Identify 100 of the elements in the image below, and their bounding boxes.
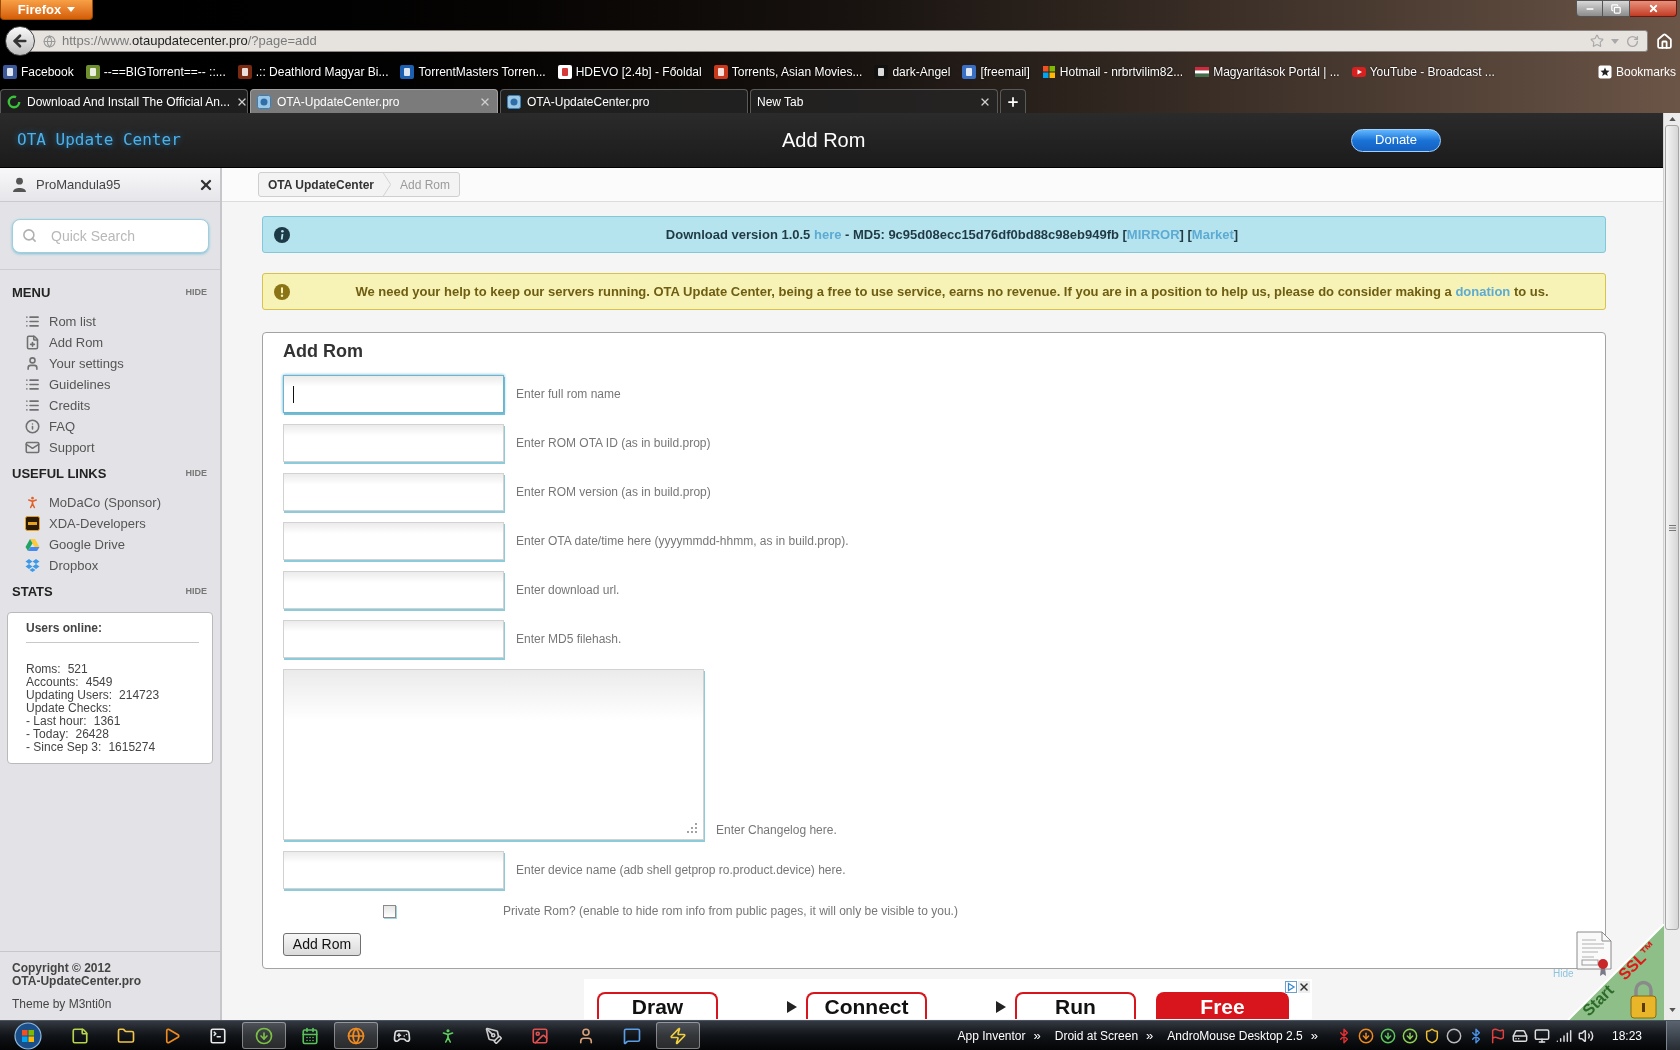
footer-text: OTA-UpdateCenter.pro	[12, 975, 143, 988]
bookmark-link[interactable]: Torrents, Asian Movies...	[713, 63, 863, 81]
toolbar-overflow-button[interactable]: »	[1033, 1028, 1041, 1043]
theme-credit: Theme by M3nti0n	[12, 997, 113, 1011]
grip-icon	[1668, 524, 1676, 531]
ad-choices-icon[interactable]	[1285, 981, 1297, 993]
zap-icon	[669, 1026, 687, 1045]
address-bar[interactable]: https://www.otaupdatecenter.pro/?page=add	[30, 30, 1648, 52]
circle-icon[interactable]	[1446, 1027, 1462, 1044]
download-circle-icon[interactable]	[1402, 1027, 1418, 1044]
close-icon[interactable]	[1298, 981, 1310, 993]
plus-icon	[1006, 94, 1020, 109]
bookmark-link[interactable]: dark-Angel	[874, 63, 951, 81]
show-desktop-button[interactable]	[1666, 1020, 1680, 1050]
sidebar-link[interactable]: XDA-Developers	[0, 513, 220, 534]
browser-tab[interactable]: OTA-UpdateCenter.pro	[500, 89, 748, 113]
toolbar-overflow-button[interactable]: »	[1146, 1028, 1154, 1043]
input-field[interactable]	[283, 473, 504, 511]
breadcrumb-link[interactable]: OTA UpdateCenter	[259, 175, 383, 194]
menu-item[interactable]: Rom list	[0, 311, 220, 332]
loading-ring-icon	[7, 94, 21, 109]
bookmark-link[interactable]: --==BIGTorrent==-- ::...	[85, 63, 226, 81]
favicon-icon	[3, 65, 17, 79]
stat-value: 1615274	[108, 741, 156, 754]
taskbar-app-button[interactable]	[242, 1022, 286, 1049]
search-field[interactable]: Quick Search	[12, 218, 209, 253]
input-field[interactable]	[283, 571, 504, 609]
flag-icon[interactable]	[1490, 1027, 1506, 1044]
hard-drive-icon[interactable]	[1512, 1027, 1528, 1044]
menu-item[interactable]: Add Rom	[0, 332, 220, 353]
restore-button[interactable]	[1603, 0, 1630, 17]
exclamation-icon	[274, 283, 290, 300]
input-field[interactable]	[283, 375, 504, 413]
bookmark-link[interactable]: HDEVO [2.4b] - Főoldal	[557, 63, 702, 81]
notice-text: Download version 1.0.5 here - MD5: 9c95d08ecc15d76df0bd88c98eb949fb [MIRROR] [Market]	[664, 225, 1240, 244]
sidebar-link[interactable]: MoDaCo (Sponsor)	[0, 492, 220, 513]
shield-icon[interactable]	[1424, 1027, 1440, 1044]
section-heading: STATS	[12, 583, 53, 602]
menu-item[interactable]: Credits	[0, 395, 220, 416]
speaker-icon[interactable]	[1578, 1027, 1594, 1044]
bookmark-link[interactable]: TorrentMasters Torren...	[400, 63, 546, 81]
site-logo[interactable]: OTA Update Center	[17, 130, 181, 149]
menu-item[interactable]: Support	[0, 437, 220, 458]
sidebar-link[interactable]: Google Drive	[0, 534, 220, 555]
hide-link[interactable]: HIDE	[185, 467, 207, 481]
user-icon	[25, 356, 40, 371]
toolbar-overflow-button[interactable]: »	[1310, 1028, 1318, 1043]
download-circle-icon[interactable]	[1358, 1027, 1374, 1044]
bookmark-link[interactable]: YouTube - Broadcast ...	[1351, 63, 1495, 81]
bookmark-link[interactable]: Hotmail - nrbrtvilim82...	[1041, 63, 1184, 81]
bookmark-star-icon[interactable]	[1590, 34, 1604, 48]
ad-step-label: Connect	[806, 992, 927, 1019]
menu-item[interactable]: Your settings	[0, 353, 220, 374]
hide-link[interactable]: HIDE	[185, 585, 207, 599]
stat-label: - Since Sep 3:	[26, 741, 102, 754]
input-field[interactable]	[283, 851, 504, 889]
taskbar-app-button[interactable]	[334, 1022, 378, 1049]
section-heading: MENU	[12, 284, 51, 303]
minimize-button[interactable]	[1576, 0, 1603, 17]
add-rom-button[interactable]: Add Rom	[283, 933, 361, 956]
toolbar-label: App Inventor	[957, 1027, 1026, 1045]
home-icon[interactable]	[1656, 32, 1673, 50]
bookmark-link[interactable]: Magyarítások Portál | ...	[1195, 63, 1340, 81]
new-tab-button[interactable]	[1000, 89, 1026, 113]
back-button[interactable]	[5, 26, 35, 56]
stat-label: Roms:	[26, 663, 61, 676]
ad-step-label: Free	[1156, 992, 1289, 1019]
certificate-document-icon[interactable]	[1576, 931, 1612, 977]
sidebar-link[interactable]: Dropbox	[0, 555, 220, 576]
input-field[interactable]	[283, 522, 504, 560]
bookmark-link[interactable]: .:: Deathlord Magyar Bi...	[237, 63, 389, 81]
bookmarks-menu-button[interactable]: Bookmarks	[1597, 63, 1676, 81]
stat-value: 1361	[93, 715, 121, 728]
menu-item[interactable]: FAQ	[0, 416, 220, 437]
padlock-icon	[1630, 980, 1657, 1019]
private-checkbox[interactable]	[382, 904, 396, 918]
caret-icon	[67, 7, 76, 12]
input-field[interactable]	[283, 424, 504, 462]
signal-icon[interactable]	[1556, 1027, 1572, 1044]
taskbar-app-button[interactable]	[656, 1022, 700, 1049]
browser-tab[interactable]: OTA-UpdateCenter.pro	[250, 89, 498, 113]
stat-label: Accounts:	[26, 676, 79, 689]
bookmark-link[interactable]: [freemail]	[962, 63, 1030, 81]
clock-text[interactable]: 18:23	[1599, 1026, 1655, 1045]
donate-button[interactable]: Donate	[1351, 128, 1441, 152]
input-field[interactable]	[283, 620, 504, 658]
scrollbar-thumb[interactable]	[1665, 125, 1679, 930]
menu-item[interactable]: Guidelines	[0, 374, 220, 395]
hide-link[interactable]: HIDE	[185, 286, 207, 300]
message-icon	[623, 1026, 641, 1045]
browser-tab[interactable]: New Tab	[750, 89, 998, 113]
monitor-icon[interactable]	[1534, 1027, 1550, 1044]
four-color-flag-icon	[1041, 65, 1056, 79]
download-circle-icon[interactable]	[1380, 1027, 1396, 1044]
close-window-button[interactable]	[1630, 0, 1677, 17]
bookmark-link[interactable]: Facebook	[3, 63, 74, 81]
browser-tab[interactable]: Download And Install The Official An...	[0, 89, 248, 113]
notes-icon	[71, 1026, 89, 1045]
download-circle-icon	[255, 1026, 273, 1045]
favicon-icon	[85, 65, 100, 79]
